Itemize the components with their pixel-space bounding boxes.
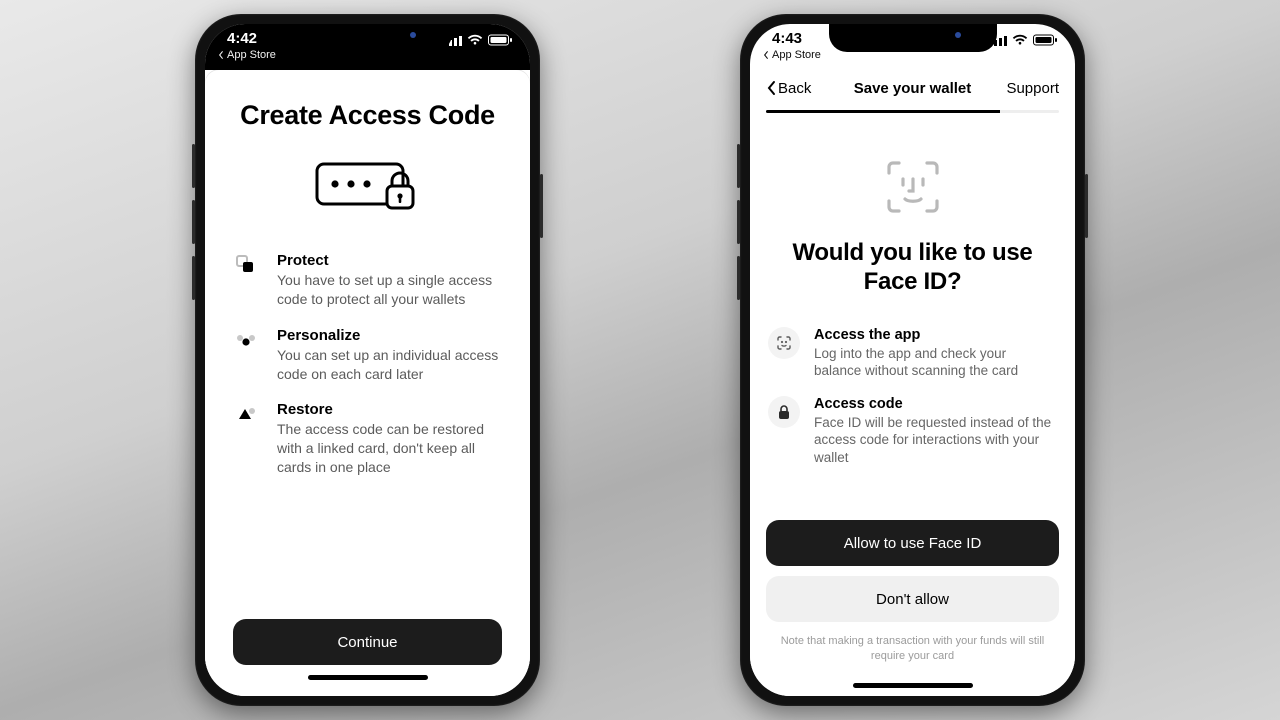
home-indicator[interactable] bbox=[853, 683, 973, 688]
status-breadcrumb-back[interactable]: App Store bbox=[217, 49, 276, 61]
allow-faceid-button[interactable]: Allow to use Face ID bbox=[766, 520, 1059, 566]
nav-back-label: Back bbox=[778, 80, 811, 97]
wifi-icon bbox=[467, 34, 483, 46]
feature-access-code-title: Access code bbox=[814, 396, 1057, 412]
wifi-icon bbox=[1012, 34, 1028, 46]
progress-bar bbox=[766, 110, 1059, 113]
battery-icon bbox=[488, 34, 512, 46]
phone-left: 4:42 App Store Create Access Code bbox=[195, 14, 540, 706]
feature-access-app: Access the app Log into the app and chec… bbox=[766, 327, 1059, 380]
status-time: 4:42 bbox=[227, 30, 257, 47]
feature-protect-title: Protect bbox=[277, 252, 502, 269]
status-icons bbox=[989, 34, 1057, 46]
passcode-illustration bbox=[233, 156, 502, 216]
right-content: Back Save your wallet Support bbox=[750, 70, 1075, 696]
home-indicator[interactable] bbox=[308, 675, 428, 680]
phone-right: 4:43 App Store Back Sa bbox=[740, 14, 1085, 706]
feature-personalize: Personalize You can set up an individual… bbox=[233, 327, 502, 384]
left-content: Create Access Code bbox=[205, 70, 530, 696]
feature-protect-body: You have to set up a single access code … bbox=[277, 271, 502, 309]
notch bbox=[829, 24, 997, 52]
screen-right: 4:43 App Store Back Sa bbox=[750, 24, 1075, 696]
feature-access-code: Access code Face ID will be requested in… bbox=[766, 396, 1059, 467]
notch bbox=[284, 24, 452, 52]
personalize-icon bbox=[233, 329, 259, 355]
faceid-small-icon bbox=[768, 327, 800, 359]
status-breadcrumb-back[interactable]: App Store bbox=[762, 49, 821, 61]
chevron-left-icon bbox=[766, 80, 776, 96]
nav-title: Save your wallet bbox=[854, 80, 972, 97]
status-icons bbox=[444, 34, 512, 46]
back-caret-icon bbox=[762, 51, 770, 59]
status-time: 4:43 bbox=[772, 30, 802, 47]
status-breadcrumb-label: App Store bbox=[227, 49, 276, 61]
protect-icon bbox=[233, 254, 259, 280]
battery-icon bbox=[1033, 34, 1057, 46]
lock-icon bbox=[768, 396, 800, 428]
feature-restore-body: The access code can be restored with a l… bbox=[277, 420, 502, 477]
feature-access-app-title: Access the app bbox=[814, 327, 1057, 343]
feature-access-code-body: Face ID will be requested instead of the… bbox=[814, 414, 1057, 467]
feature-restore-title: Restore bbox=[277, 401, 502, 418]
dont-allow-button[interactable]: Don't allow bbox=[766, 576, 1059, 622]
footnote: Note that making a transaction with your… bbox=[766, 632, 1059, 663]
page-title: Create Access Code bbox=[233, 100, 502, 132]
feature-access-app-body: Log into the app and check your balance … bbox=[814, 345, 1057, 380]
status-breadcrumb-label: App Store bbox=[772, 49, 821, 61]
nav-back-button[interactable]: Back bbox=[766, 80, 830, 97]
screen-left: 4:42 App Store Create Access Code bbox=[205, 24, 530, 696]
restore-icon bbox=[233, 403, 259, 429]
feature-protect: Protect You have to set up a single acce… bbox=[233, 252, 502, 309]
feature-personalize-title: Personalize bbox=[277, 327, 502, 344]
back-caret-icon bbox=[217, 51, 225, 59]
page-title: Would you like to use Face ID? bbox=[774, 239, 1051, 297]
feature-personalize-body: You can set up an individual access code… bbox=[277, 346, 502, 384]
continue-button[interactable]: Continue bbox=[233, 619, 502, 665]
feature-restore: Restore The access code can be restored … bbox=[233, 401, 502, 477]
nav-support-button[interactable]: Support bbox=[995, 80, 1059, 97]
faceid-illustration-icon bbox=[766, 155, 1059, 219]
